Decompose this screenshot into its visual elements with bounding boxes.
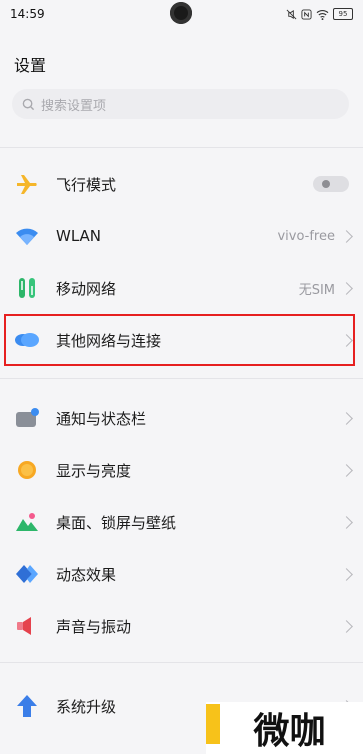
page-title: 设置: [14, 56, 47, 75]
setting-label: WLAN: [56, 227, 102, 245]
setting-label: 声音与振动: [56, 617, 132, 636]
chevron-right-icon: [340, 411, 353, 425]
notification-icon: [14, 405, 40, 431]
mute-icon: [286, 9, 297, 19]
chevron-right-icon: [340, 515, 353, 529]
setting-sound[interactable]: 声音与振动: [0, 600, 363, 652]
highlight-box: [4, 314, 355, 366]
setting-mobile-network[interactable]: 移动网络 无SIM: [0, 262, 363, 314]
search-icon: [22, 98, 35, 110]
divider: [0, 147, 363, 148]
setting-wallpaper[interactable]: 桌面、锁屏与壁纸: [0, 496, 363, 548]
chevron-right-icon: [340, 567, 353, 581]
setting-label: 移动网络: [56, 279, 117, 298]
divider: [0, 378, 363, 379]
battery-icon: 95: [333, 8, 353, 20]
setting-label: 动态效果: [56, 565, 117, 584]
search-input[interactable]: 搜索设置项: [12, 89, 349, 119]
setting-label: 飞行模式: [56, 175, 117, 194]
divider: [0, 662, 363, 663]
setting-display[interactable]: 显示与亮度: [0, 444, 363, 496]
watermark-accent-bar: [206, 704, 220, 744]
arrow-up-icon: [14, 693, 40, 719]
status-time: 14:59: [10, 7, 45, 21]
setting-wlan[interactable]: WLAN vivo-free: [0, 210, 363, 262]
watermark-logo: 微咖: [206, 702, 363, 754]
setting-label: 显示与亮度: [56, 461, 132, 480]
setting-dynamic-effects[interactable]: 动态效果: [0, 548, 363, 600]
wifi-icon: [14, 223, 40, 249]
wlan-network-name: vivo-free: [277, 228, 335, 244]
setting-airplane-mode[interactable]: 飞行模式: [0, 158, 363, 210]
diamond-icon: [14, 561, 40, 587]
chevron-right-icon: [340, 463, 353, 477]
chevron-right-icon: [340, 619, 353, 633]
sun-icon: [14, 457, 40, 483]
setting-label: 通知与状态栏: [56, 409, 147, 428]
chevron-right-icon: [340, 281, 353, 295]
airplane-mode-toggle[interactable]: [313, 176, 349, 192]
setting-label: 系统升级: [56, 697, 117, 716]
nfc-icon: [301, 8, 312, 20]
setting-notification[interactable]: 通知与状态栏: [0, 392, 363, 444]
speaker-icon: [14, 613, 40, 639]
front-camera: [170, 2, 192, 24]
mobile-network-status: 无SIM: [298, 282, 335, 298]
mobile-network-icon: [14, 275, 40, 301]
status-icons: 95: [286, 8, 353, 20]
airplane-icon: [14, 171, 40, 197]
setting-label: 桌面、锁屏与壁纸: [56, 513, 177, 532]
chevron-right-icon: [340, 229, 353, 243]
wifi-status-icon: [316, 9, 329, 20]
watermark-text: 微咖: [253, 711, 326, 752]
search-placeholder: 搜索设置项: [41, 98, 107, 114]
wallpaper-icon: [14, 509, 40, 535]
